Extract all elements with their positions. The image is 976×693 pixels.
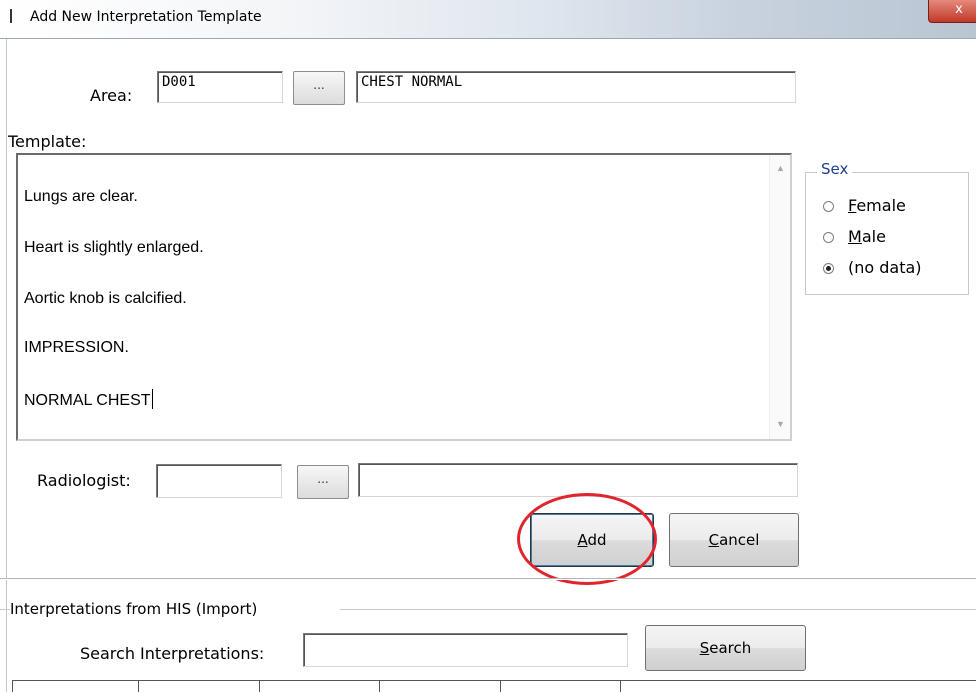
grid-column-divider	[259, 680, 260, 692]
scroll-up-icon[interactable]: ▲	[776, 163, 785, 173]
cancel-button[interactable]: Cancel	[669, 513, 799, 567]
close-button[interactable]: x	[928, 0, 976, 23]
template-line: NORMAL CHEST	[24, 392, 151, 409]
grid-column-divider	[500, 680, 501, 692]
access-key: C	[708, 531, 720, 549]
radiologist-label: Radiologist:	[37, 471, 131, 490]
template-line: IMPRESSION.	[24, 339, 129, 356]
option-label: emale	[856, 196, 906, 215]
template-label: Template:	[8, 132, 87, 151]
option-label: ale	[861, 227, 886, 246]
template-line: Lungs are clear.	[24, 188, 138, 205]
grid-column-divider	[620, 680, 621, 692]
radiologist-code-input[interactable]	[156, 464, 282, 498]
radiologist-browse-button[interactable]: ...	[297, 465, 349, 499]
scroll-down-icon[interactable]: ▼	[776, 419, 785, 429]
option-label: (no data)	[848, 258, 922, 277]
window-icon	[10, 9, 18, 23]
access-key: M	[848, 227, 862, 246]
grid-column-divider	[379, 680, 380, 692]
template-scrollbar[interactable]: ▲ ▼	[769, 155, 790, 439]
annotation-circle	[517, 493, 657, 585]
template-line-last: NORMAL CHEST	[24, 389, 153, 410]
sex-legend: Sex	[817, 160, 853, 178]
import-group-line	[340, 609, 976, 610]
area-browse-button[interactable]: ...	[293, 71, 345, 105]
grid-column-divider	[138, 680, 139, 692]
search-interpretations-input[interactable]	[303, 633, 628, 667]
window-title: Add New Interpretation Template	[30, 9, 262, 25]
area-code-input[interactable]: D001	[157, 71, 283, 103]
access-key: S	[699, 639, 710, 657]
radio-icon[interactable]	[823, 263, 834, 274]
text-caret	[151, 389, 153, 409]
divider	[0, 579, 976, 580]
window-left-border	[6, 39, 7, 692]
interpretations-grid-header	[12, 680, 976, 693]
import-legend: Interpretations from HIS (Import)	[10, 600, 258, 618]
search-interpretations-label: Search Interpretations:	[80, 644, 265, 663]
radio-icon[interactable]	[823, 201, 834, 212]
button-label: ancel	[719, 531, 760, 549]
button-label: earch	[709, 639, 752, 657]
area-name-input[interactable]: CHEST NORMAL	[356, 71, 796, 103]
search-button[interactable]: Search	[645, 625, 806, 671]
radiologist-name-input[interactable]	[358, 463, 798, 497]
grid-column-divider	[12, 680, 13, 692]
template-line: Aortic knob is calcified.	[24, 290, 187, 307]
template-textarea[interactable]: Lungs are clear. Heart is slightly enlar…	[16, 153, 792, 441]
area-label: Area:	[90, 86, 133, 105]
radio-icon[interactable]	[823, 232, 834, 243]
template-line: Heart is slightly enlarged.	[24, 239, 204, 256]
import-group-line	[0, 609, 10, 610]
